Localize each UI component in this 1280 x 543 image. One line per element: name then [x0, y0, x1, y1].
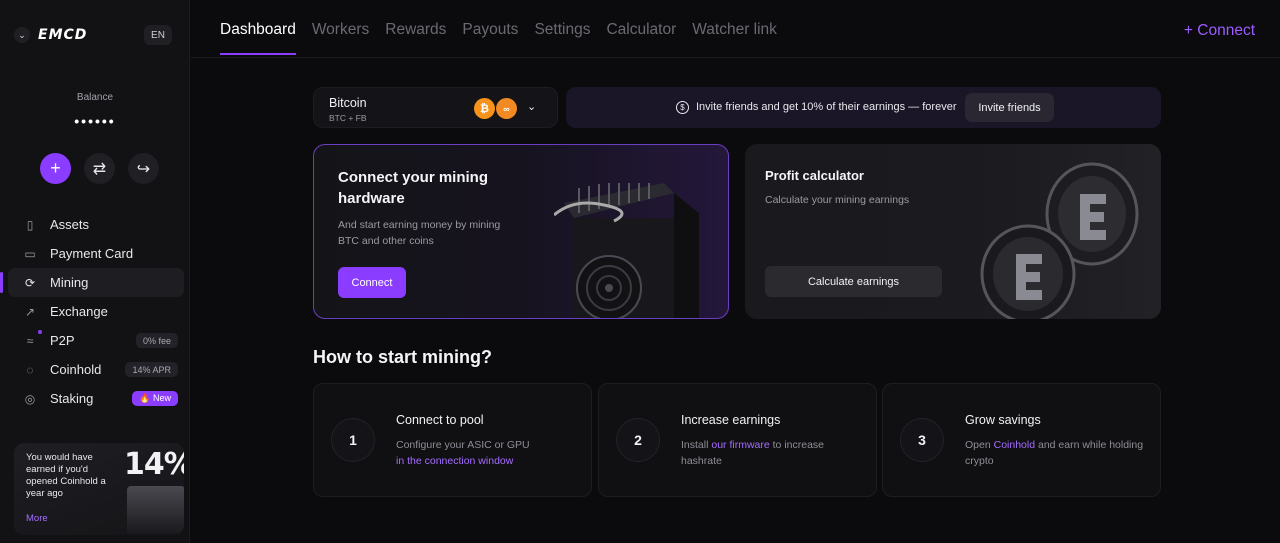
sidebar-item-mining[interactable]: ⟳ Mining — [0, 268, 184, 297]
step-description: Configure your ASIC or GPU in the connec… — [396, 437, 576, 469]
sidebar-item-p2p[interactable]: ≈ P2P 0% fee — [8, 326, 184, 355]
coins-image — [980, 162, 1139, 319]
step-text: and earn while holding crypto — [965, 439, 1144, 467]
profit-calculator-card: Profit calculator Calculate your mining … — [745, 144, 1161, 319]
sidebar-item-label: Assets — [50, 217, 90, 232]
tab-watcher-link[interactable]: Watcher link — [692, 21, 777, 57]
wallet-actions: + ⇄ ↪ — [40, 153, 159, 184]
card-icon: ▭ — [24, 246, 36, 261]
sidebar-item-label: Coinhold — [50, 362, 102, 377]
sidebar-item-assets[interactable]: ▯ Assets — [8, 210, 184, 239]
card-description: Calculate your mining earnings — [765, 194, 910, 206]
app-window: ⌄ EMCD EN Balance •••••• + ⇄ ↪ ▯ Assets … — [0, 0, 1280, 543]
coin-sub: BTC + FB — [329, 113, 367, 123]
step-title: Connect to pool — [396, 413, 484, 427]
sidebar: ⌄ EMCD EN Balance •••••• + ⇄ ↪ ▯ Assets … — [0, 0, 190, 543]
balance-value[interactable]: •••••• — [0, 113, 190, 129]
coin-name: Bitcoin — [329, 96, 367, 110]
coinhold-icon: ◌ — [26, 362, 34, 377]
logo[interactable]: EMCD — [38, 27, 87, 43]
fractal-icon: ∞ — [496, 98, 517, 119]
staking-icon: ◎ — [24, 391, 36, 406]
step-text: Install — [681, 439, 709, 451]
card-description: And start earning money by mining BTC an… — [338, 219, 501, 247]
p2p-icon: ≈ — [26, 333, 34, 348]
sidebar-item-payment-card[interactable]: ▭ Payment Card — [8, 239, 184, 268]
sidebar-item-label: Payment Card — [50, 246, 134, 261]
sidebar-item-label: P2P — [50, 333, 75, 348]
promo-more-link[interactable]: More — [26, 513, 48, 524]
step-number: 1 — [331, 418, 375, 462]
sidebar-item-coinhold[interactable]: ◌ Coinhold 14% APR — [8, 355, 184, 384]
step-card-1: 1 Connect to pool Configure your ASIC or… — [313, 383, 592, 497]
coin-selector[interactable]: Bitcoin BTC + FB ₿ ∞ ⌄ — [313, 87, 558, 128]
asic-miner-image — [554, 183, 699, 318]
calculate-earnings-button[interactable]: Calculate earnings — [765, 266, 942, 297]
apr-badge: 14% APR — [125, 362, 178, 377]
coinhold-link[interactable]: Coinhold — [994, 439, 1035, 451]
connect-link[interactable]: + Connect — [1184, 22, 1255, 40]
mining-icon: ⟳ — [24, 275, 36, 290]
exchange-button[interactable]: ⇄ — [84, 153, 115, 184]
sidebar-item-label: Staking — [50, 391, 94, 406]
tab-bar: Dashboard Workers Rewards Payouts Settin… — [220, 21, 777, 57]
new-badge: 🔥 New — [132, 391, 178, 406]
promo-text: You would have earned if you'd opened Co… — [26, 452, 106, 499]
sidebar-header: ⌄ EMCD EN — [14, 20, 176, 50]
step-description: Open Coinhold and earn while holding cry… — [965, 437, 1145, 469]
sidebar-item-exchange[interactable]: ↗ Exchange — [8, 297, 184, 326]
deposit-button[interactable]: + — [40, 153, 71, 184]
balance-label: Balance — [76, 92, 114, 103]
tab-calculator[interactable]: Calculator — [606, 21, 676, 57]
promo-percent: 14% — [124, 447, 184, 482]
assets-icon: ▯ — [26, 217, 34, 232]
fee-badge: 0% fee — [135, 333, 178, 348]
tab-settings[interactable]: Settings — [534, 21, 590, 57]
step-title: Grow savings — [965, 413, 1041, 427]
firmware-link[interactable]: our firmware — [711, 439, 769, 451]
coinhold-promo[interactable]: You would have earned if you'd opened Co… — [14, 443, 184, 535]
language-switch[interactable]: EN — [144, 25, 172, 45]
tab-workers[interactable]: Workers — [312, 21, 369, 57]
step-text: Open — [965, 439, 991, 451]
card-title: Connect your mining hardware — [338, 169, 488, 207]
sidebar-item-staking[interactable]: ◎ Staking 🔥 New — [8, 384, 184, 413]
step-description: Install our firmware to increase hashrat… — [681, 437, 861, 469]
chart-icon: ↗ — [24, 304, 36, 319]
step-card-3: 3 Grow savings Open Coinhold and earn wh… — [882, 383, 1161, 497]
tab-payouts[interactable]: Payouts — [462, 21, 518, 57]
chevron-down-icon[interactable]: ⌄ — [14, 27, 30, 43]
sidebar-item-label: Mining — [50, 275, 89, 290]
promo-graphic — [127, 486, 184, 534]
step-card-2: 2 Increase earnings Install our firmware… — [598, 383, 877, 497]
connect-button[interactable]: Connect — [338, 267, 406, 298]
send-button[interactable]: ↪ — [128, 153, 159, 184]
sidebar-nav: ▯ Assets ▭ Payment Card ⟳ Mining ↗ Excha… — [0, 210, 184, 413]
connect-hardware-card: Connect your mining hardware And start e… — [313, 144, 729, 319]
invite-text: Invite friends and get 10% of their earn… — [696, 101, 957, 113]
bitcoin-icon: ₿ — [474, 98, 495, 119]
section-title: How to start mining? — [313, 347, 492, 367]
top-nav: Dashboard Workers Rewards Payouts Settin… — [191, 0, 1280, 58]
notification-dot — [38, 330, 42, 334]
chevron-down-icon: ⌄ — [527, 101, 537, 113]
step-title: Increase earnings — [681, 413, 781, 427]
sidebar-item-label: Exchange — [50, 304, 108, 319]
invite-banner: $ Invite friends and get 10% of their ea… — [566, 87, 1161, 128]
invite-friends-button[interactable]: Invite friends — [965, 93, 1054, 122]
tab-rewards[interactable]: Rewards — [385, 21, 446, 57]
step-text: Configure your ASIC or GPU — [396, 439, 530, 451]
step-number: 2 — [616, 418, 660, 462]
connection-window-link[interactable]: in the connection window — [396, 455, 513, 467]
step-number: 3 — [900, 418, 944, 462]
tab-dashboard[interactable]: Dashboard — [220, 21, 296, 57]
card-title: Profit calculator — [765, 168, 864, 183]
dollar-icon: $ — [676, 101, 689, 114]
